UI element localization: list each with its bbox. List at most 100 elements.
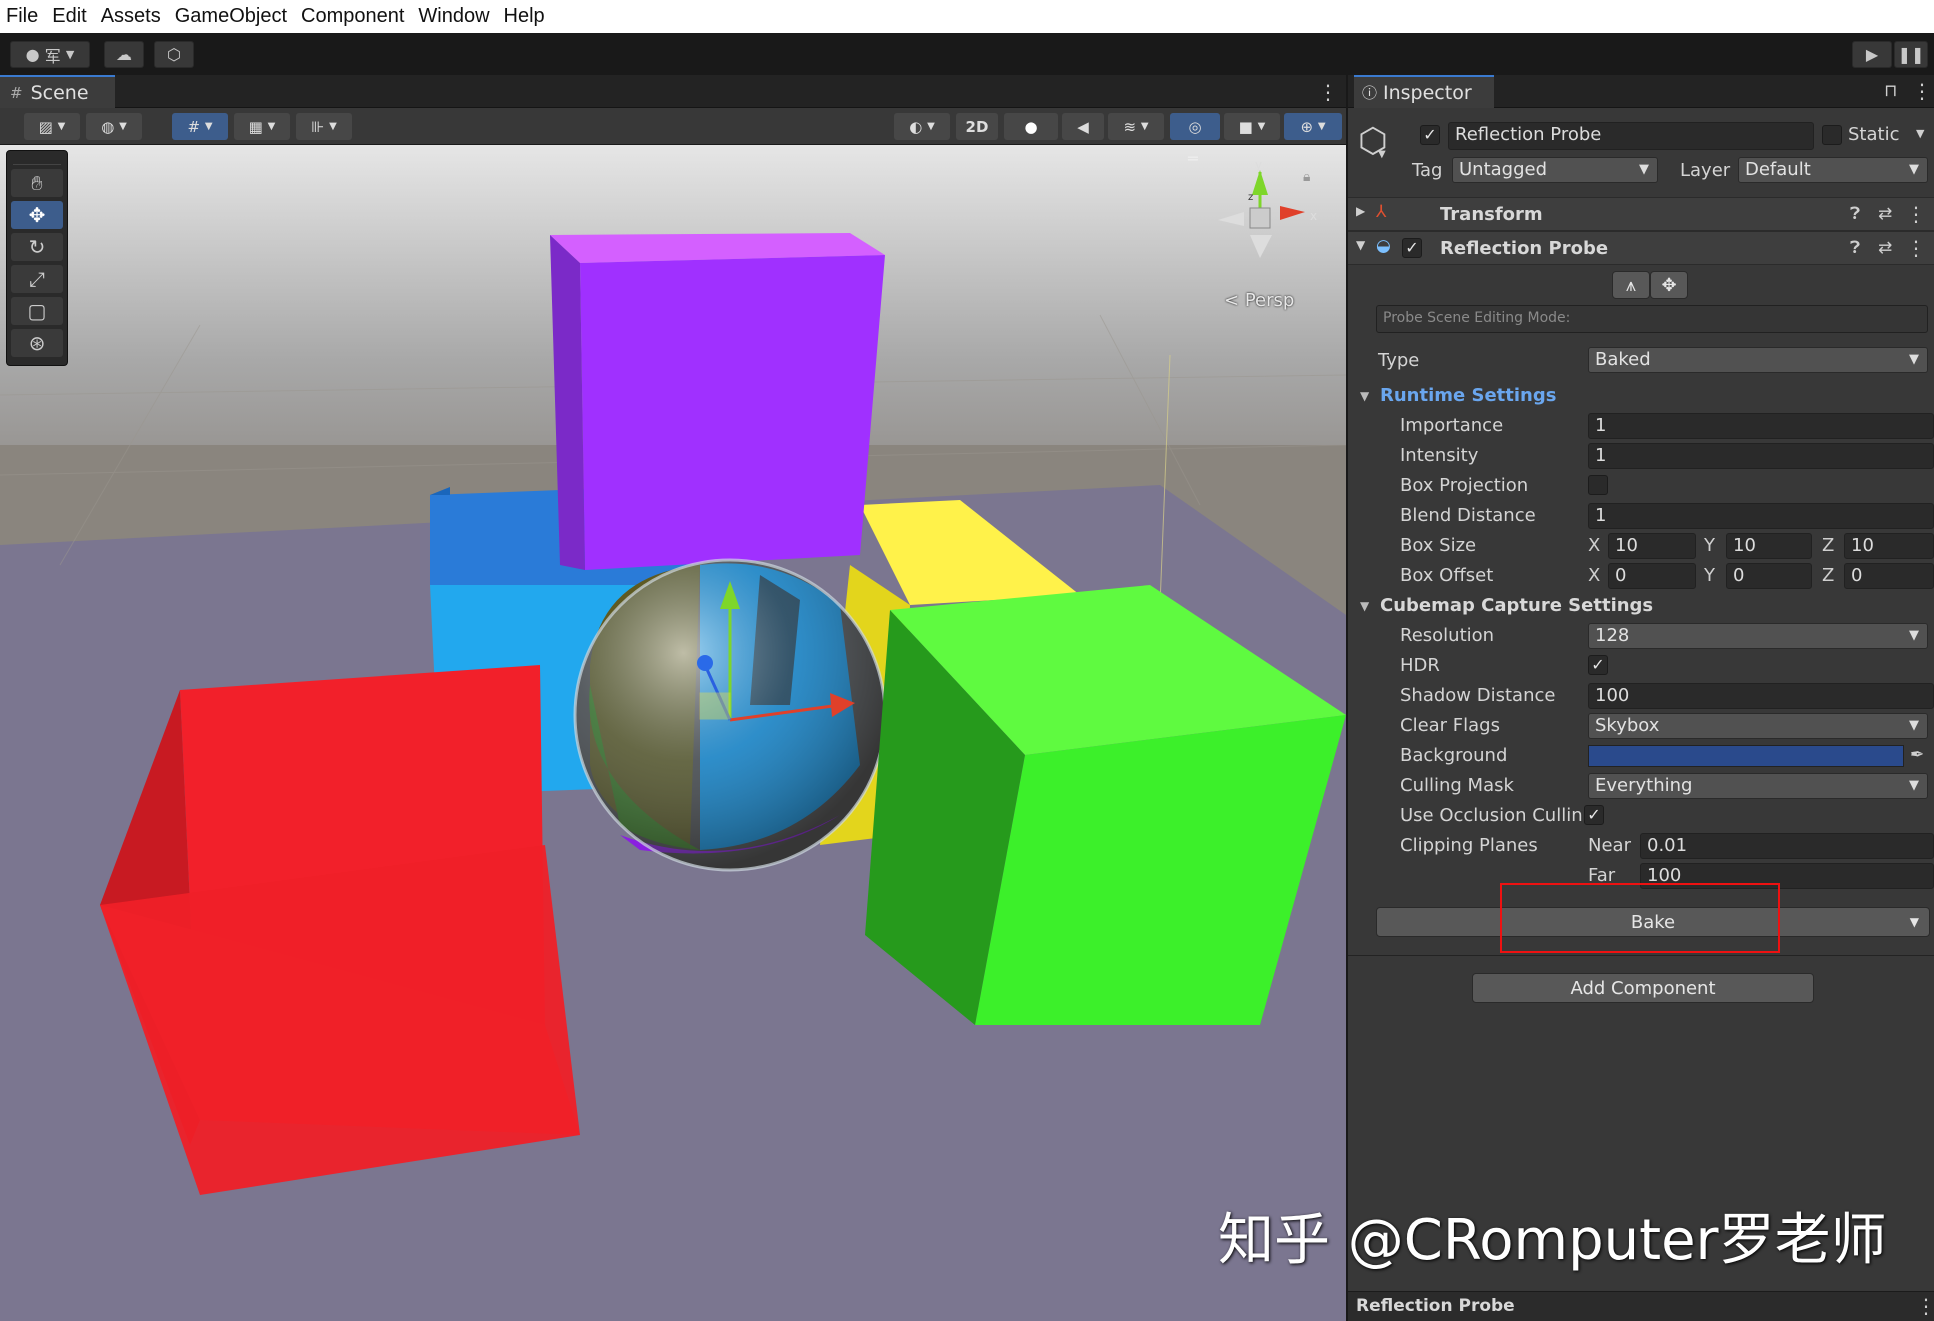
preset-icon[interactable]: ⇄: [1878, 204, 1892, 224]
type-dropdown[interactable]: Baked ▼: [1588, 347, 1928, 373]
reflection-probe-header[interactable]: ▼ ◒ ✓ Reflection Probe ❓︎ ⇄ ⋮: [1348, 231, 1934, 265]
view-gizmo[interactable]: y x z: [1200, 160, 1330, 270]
box-size-z-field[interactable]: 10: [1844, 533, 1934, 559]
rotate-tool[interactable]: ↻: [11, 233, 63, 261]
menu-gameobject[interactable]: GameObject: [175, 5, 287, 28]
reflection-probe-title: Reflection Probe: [1440, 238, 1609, 259]
more-options-icon[interactable]: ⋮: [1906, 236, 1926, 260]
occlusion-culling-checkbox[interactable]: ✓: [1584, 805, 1604, 825]
move-tool[interactable]: ✥: [11, 201, 63, 229]
importance-field[interactable]: 1: [1588, 413, 1934, 439]
intensity-field[interactable]: 1: [1588, 443, 1934, 469]
lock-icon[interactable]: 🔒︎: [1303, 169, 1310, 185]
transform-header[interactable]: ▶ ⅄ Transform ❓︎ ⇄ ⋮: [1348, 197, 1934, 231]
scale-tool[interactable]: ⤢: [11, 265, 63, 293]
menu-component[interactable]: Component: [301, 5, 404, 28]
gizmo-axis-x[interactable]: [1280, 206, 1305, 220]
global-local-dropdown[interactable]: ◍ ▼: [86, 113, 142, 140]
cube-purple: [550, 233, 885, 570]
tool-palette-grip[interactable]: [13, 151, 61, 165]
menu-window[interactable]: Window: [418, 5, 489, 28]
hdr-checkbox[interactable]: ✓: [1588, 655, 1608, 675]
add-component-label: Add Component: [1570, 977, 1716, 999]
help-icon[interactable]: ❓︎: [1850, 238, 1860, 258]
object-active-checkbox[interactable]: ✓: [1420, 125, 1440, 145]
chevron-down-icon[interactable]: ▼: [1378, 149, 1386, 160]
box-offset-x-field[interactable]: 0: [1608, 563, 1696, 589]
gizmo-axis-y[interactable]: [1252, 170, 1268, 195]
lighting-toggle[interactable]: ●: [1004, 113, 1058, 140]
more-options-icon[interactable]: ⋮: [1912, 79, 1932, 103]
grid-toggle[interactable]: ▦ ▼: [234, 113, 290, 140]
chevron-down-icon[interactable]: ▼: [1360, 389, 1369, 403]
box-size-x-field[interactable]: 10: [1608, 533, 1696, 559]
hand-tool[interactable]: ✋︎: [11, 169, 63, 197]
more-options-icon[interactable]: ⋮: [1906, 202, 1926, 226]
chevron-down-icon[interactable]: ▼: [1360, 599, 1369, 613]
menu-help[interactable]: Help: [504, 5, 545, 28]
add-component-button[interactable]: Add Component: [1472, 973, 1814, 1003]
tab-inspector[interactable]: ⓘ Inspector: [1354, 75, 1494, 108]
more-options-icon[interactable]: ⋮: [1916, 1294, 1934, 1318]
gizmo-axis-neg-y[interactable]: [1250, 235, 1272, 258]
lock-icon[interactable]: ⊓: [1884, 81, 1897, 101]
scene-viewport[interactable]: y x z 🔒︎ ═: [0, 145, 1346, 1321]
camera-dropdown[interactable]: ■ ▼: [1224, 113, 1280, 140]
shadow-distance-field[interactable]: 100: [1588, 683, 1934, 709]
transform-tool[interactable]: ⊛: [11, 329, 63, 357]
eyedropper-icon[interactable]: ✒: [1910, 745, 1924, 765]
near-field[interactable]: 0.01: [1640, 833, 1934, 859]
edit-origin-button[interactable]: ✥: [1650, 271, 1688, 299]
tab-scene[interactable]: # Scene: [0, 75, 115, 108]
culling-mask-dropdown[interactable]: Everything ▼: [1588, 773, 1928, 799]
preview-footer[interactable]: Reflection Probe ⋮: [1348, 1291, 1934, 1321]
grid-snap-toggle[interactable]: # ▼: [172, 113, 228, 140]
rect-tool[interactable]: ▢: [11, 297, 63, 325]
resolution-dropdown[interactable]: 128 ▼: [1588, 623, 1928, 649]
bounds-icon: ⩚: [1625, 274, 1637, 296]
persp-label[interactable]: < Persp: [1224, 290, 1294, 311]
box-projection-checkbox[interactable]: [1588, 475, 1608, 495]
more-options-icon[interactable]: ⋮: [1318, 80, 1338, 104]
account-icon: ●: [25, 45, 40, 64]
help-icon[interactable]: ❓︎: [1850, 204, 1860, 224]
object-name-field[interactable]: Reflection Probe: [1448, 122, 1814, 150]
increment-snap-toggle[interactable]: ⊪ ▼: [296, 113, 352, 140]
box-size-y-field[interactable]: 10: [1726, 533, 1812, 559]
box-projection-label: Box Projection: [1400, 475, 1529, 496]
importance-label: Importance: [1400, 415, 1504, 436]
shading-mode-dropdown[interactable]: ◐ ▼: [894, 113, 950, 140]
gizmos-dropdown[interactable]: ⊕ ▼: [1284, 113, 1342, 140]
box-offset-y-field[interactable]: 0: [1726, 563, 1812, 589]
tag-label: Tag: [1412, 160, 1443, 181]
chevron-down-icon[interactable]: ▼: [1916, 127, 1924, 140]
chevron-down-icon[interactable]: ▼: [1910, 915, 1919, 929]
menu-assets[interactable]: Assets: [101, 5, 161, 28]
collab-button[interactable]: ⬡: [154, 41, 194, 68]
effects-dropdown[interactable]: ≋ ▼: [1108, 113, 1164, 140]
tag-dropdown[interactable]: Untagged ▼: [1452, 157, 1658, 183]
cloud-button[interactable]: ☁: [104, 41, 144, 68]
draw-mode-dropdown[interactable]: ▨ ▼: [24, 113, 80, 140]
pause-button[interactable]: ❚❚: [1894, 41, 1928, 68]
component-enabled-checkbox[interactable]: ✓: [1402, 238, 1422, 258]
clear-flags-dropdown[interactable]: Skybox ▼: [1588, 713, 1928, 739]
hidden-objects-toggle[interactable]: ◎: [1170, 113, 1220, 140]
gizmo-axis-neg-x[interactable]: [1218, 212, 1244, 226]
audio-toggle[interactable]: ◀: [1062, 113, 1104, 140]
box-offset-z-field[interactable]: 0: [1844, 563, 1934, 589]
blend-distance-field[interactable]: 1: [1588, 503, 1934, 529]
background-color-swatch[interactable]: [1588, 745, 1904, 767]
play-button[interactable]: ▶: [1852, 41, 1892, 68]
runtime-settings-title[interactable]: Runtime Settings: [1380, 385, 1556, 406]
edit-bounds-button[interactable]: ⩚: [1612, 271, 1650, 299]
drag-handle-icon[interactable]: ═: [1188, 149, 1198, 168]
cubemap-settings-title[interactable]: Cubemap Capture Settings: [1380, 595, 1653, 616]
mode-2d-toggle[interactable]: 2D: [956, 113, 998, 140]
account-button[interactable]: ● 军 ▼: [10, 41, 90, 68]
menu-file[interactable]: File: [6, 5, 38, 28]
static-checkbox[interactable]: [1822, 125, 1842, 145]
preset-icon[interactable]: ⇄: [1878, 238, 1892, 258]
layer-dropdown[interactable]: Default ▼: [1738, 157, 1928, 183]
menu-edit[interactable]: Edit: [52, 5, 86, 28]
